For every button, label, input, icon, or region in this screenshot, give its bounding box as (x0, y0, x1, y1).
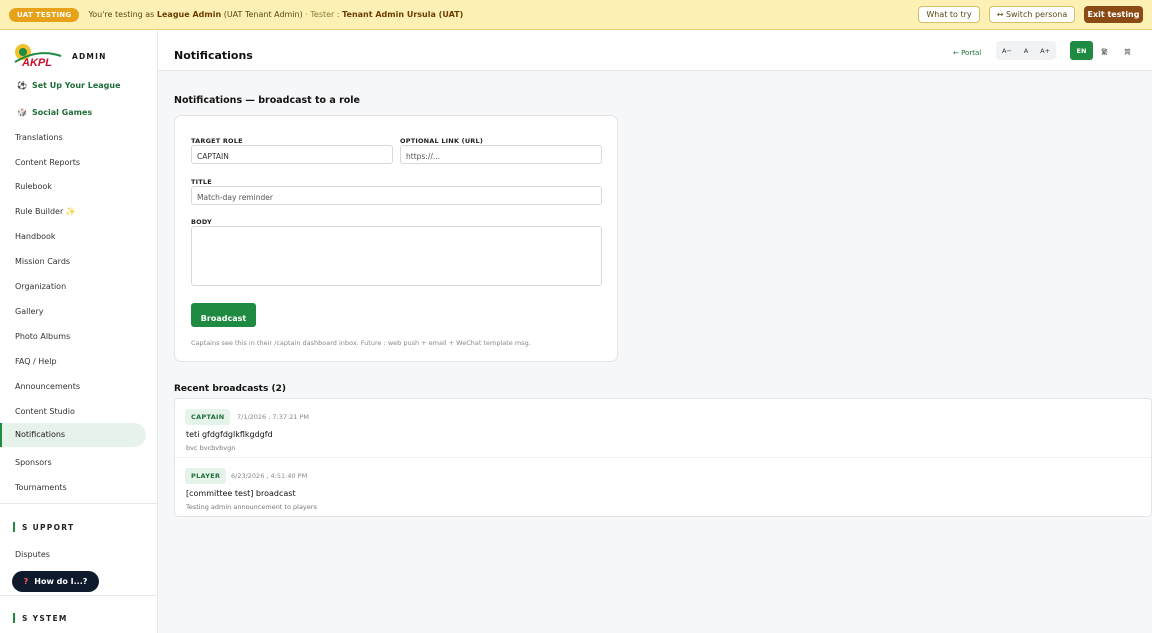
broadcast-body: bvc bvcbvbvgn (186, 444, 236, 452)
sidebar-item-gallery[interactable]: Gallery (15, 307, 44, 316)
portal-link[interactable]: ← Portal (953, 49, 981, 57)
recent-broadcasts-list: CAPTAIN 7/1/2026 , 7:37:21 PM teti gfdgf… (174, 398, 1152, 517)
broadcast-title: [committee test] broadcast (186, 489, 296, 498)
section-header-system: S YSTEM (13, 613, 68, 623)
akpl-logo-icon: AKPL (13, 42, 63, 70)
uat-testing-badge: UAT TESTING (9, 7, 80, 22)
font-larger-button[interactable]: A+ (1040, 47, 1050, 55)
what-to-try-button[interactable]: What to try (918, 6, 980, 23)
sidebar-item-photo-albums[interactable]: Photo Albums (15, 332, 70, 341)
switch-persona-button[interactable]: ↔ Switch persona (989, 6, 1075, 23)
body-textarea[interactable] (191, 226, 602, 286)
sidebar-item-sponsors[interactable]: Sponsors (15, 458, 52, 467)
uat-role: League Admin (156, 10, 222, 19)
broadcast-timestamp: 6/23/2026 , 4:51:40 PM (231, 472, 308, 480)
font-default-button[interactable]: A (1024, 47, 1028, 55)
sidebar-item-label: Set Up Your League (31, 81, 121, 90)
section-label: S UPPORT (22, 522, 75, 532)
sidebar-divider (0, 503, 157, 504)
sidebar-item-notifications[interactable]: Notifications (0, 423, 146, 447)
sidebar-item-label: Social Games (31, 108, 93, 117)
sidebar-item-label: Rule Builder (15, 207, 64, 216)
title-input[interactable]: Match-day reminder (191, 186, 602, 205)
language-switcher: EN 繁 简 (1070, 41, 1152, 60)
dice-icon: 🎲 (17, 108, 27, 117)
target-role-label: TARGET ROLE (191, 137, 243, 145)
broadcast-button[interactable]: Broadcast (191, 303, 256, 327)
sidebar-item-handbook[interactable]: Handbook (15, 232, 56, 241)
sidebar-item-label: Notifications (15, 430, 66, 439)
sidebar-item-content-reports[interactable]: Content Reports (15, 158, 80, 167)
sidebar-divider (0, 595, 157, 596)
how-do-i-button[interactable]: ? How do I...? (12, 571, 99, 592)
optional-link-label: OPTIONAL LINK (URL) (400, 137, 484, 145)
sidebar: AKPL ADMIN ⚽ Set Up Your League 🎲 Social G… (0, 30, 158, 633)
question-icon: ? (23, 577, 29, 586)
how-do-i-label: How do I...? (34, 577, 88, 586)
optional-link-input[interactable]: https://... (400, 145, 602, 164)
sidebar-item-set-up-league[interactable]: ⚽ Set Up Your League (17, 81, 121, 90)
uat-role-detail: (UAT Tenant Admin) (223, 10, 303, 19)
sidebar-item-rule-builder[interactable]: Rule Builder ✨ (15, 207, 76, 216)
uat-persona-info: You're testing as League Admin (UAT Tena… (88, 10, 463, 19)
section-header-support: S UPPORT (13, 522, 74, 532)
section-marker (13, 522, 15, 532)
page-title: Notifications (174, 49, 253, 62)
sidebar-item-social-games[interactable]: 🎲 Social Games (17, 108, 92, 117)
broadcast-hint: Captains see this in their /captain dash… (191, 339, 531, 347)
sidebar-item-announcements[interactable]: Announcements (15, 382, 80, 391)
recent-broadcasts-title: Recent broadcasts (2) (174, 384, 286, 394)
uat-tester-name: Tenant Admin Ursula (UAT) (342, 10, 464, 19)
broadcast-body: Testing admin announcement to players (186, 503, 317, 511)
logo-text: AKPL (21, 57, 52, 69)
font-size-control: A− A A+ (996, 41, 1056, 60)
sidebar-item-disputes[interactable]: Disputes (15, 550, 50, 559)
broadcast-row: CAPTAIN 7/1/2026 , 7:37:21 PM teti gfdgf… (175, 399, 1151, 457)
role-badge: PLAYER (185, 468, 227, 484)
section-marker (13, 613, 15, 623)
sidebar-item-tournaments[interactable]: Tournaments (15, 483, 67, 492)
font-smaller-button[interactable]: A− (1002, 47, 1012, 55)
broadcast-title: teti gfdgfdglkflkgdgfd (186, 430, 273, 439)
sidebar-item-organization[interactable]: Organization (15, 282, 66, 291)
target-role-select[interactable]: CAPTAIN (191, 145, 393, 164)
admin-label: ADMIN (72, 51, 107, 61)
body-label: BODY (191, 218, 212, 226)
sidebar-item-translations[interactable]: Translations (15, 133, 63, 142)
broadcast-row: PLAYER 6/23/2026 , 4:51:40 PM [committee… (175, 457, 1151, 515)
uat-banner: UAT TESTING You're testing as League Adm… (0, 0, 1152, 30)
uat-tester-label: · Tester : (305, 10, 340, 19)
title-label: TITLE (191, 178, 212, 186)
broadcast-section-title: Notifications — broadcast to a role (174, 95, 360, 106)
page-header: Notifications ← Portal A− A A+ EN 繁 简 (158, 30, 1152, 71)
brand[interactable]: AKPL ADMIN (13, 42, 107, 70)
section-label: S YSTEM (22, 613, 68, 623)
lang-en-button[interactable]: EN (1070, 41, 1093, 60)
lang-simplified-chinese-button[interactable]: 简 (1116, 41, 1139, 60)
sidebar-item-faq-help[interactable]: FAQ / Help (15, 357, 57, 366)
sidebar-item-rulebook[interactable]: Rulebook (15, 182, 52, 191)
broadcast-timestamp: 7/1/2026 , 7:37:21 PM (237, 413, 310, 421)
sidebar-item-mission-cards[interactable]: Mission Cards (15, 257, 70, 266)
sparkle-icon: ✨ (65, 207, 76, 216)
uat-prefix: You're testing as (88, 10, 155, 19)
sidebar-item-content-studio[interactable]: Content Studio (15, 407, 75, 416)
exit-testing-button[interactable]: Exit testing (1084, 6, 1143, 23)
soccer-ball-icon: ⚽ (17, 81, 27, 90)
broadcast-form-card: TARGET ROLE CAPTAIN OPTIONAL LINK (URL) … (174, 115, 618, 362)
role-badge: CAPTAIN (185, 409, 231, 425)
lang-traditional-chinese-button[interactable]: 繁 (1093, 41, 1116, 60)
